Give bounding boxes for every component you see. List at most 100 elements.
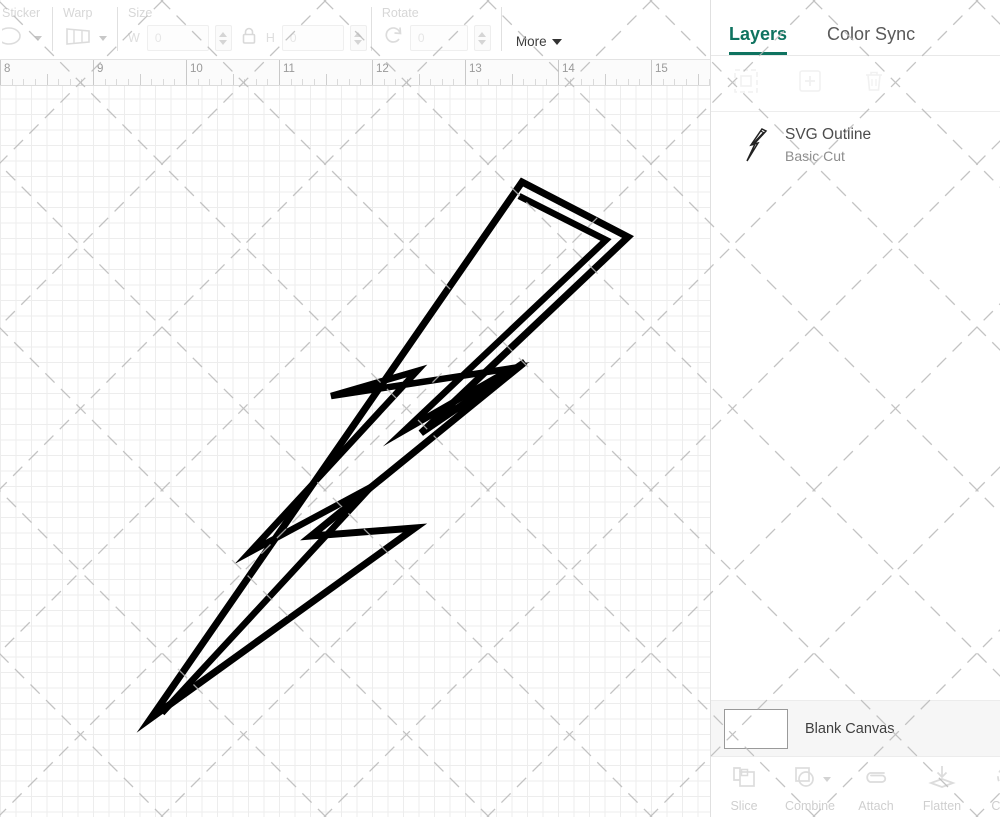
aspect-lock-toggle[interactable] bbox=[236, 26, 262, 51]
ruler-minor-tick bbox=[627, 79, 629, 85]
ruler-minor-tick bbox=[197, 79, 199, 85]
height-input[interactable]: 0 bbox=[281, 25, 344, 51]
lightning-bolt-icon bbox=[746, 128, 768, 162]
ruler-minor-tick bbox=[569, 79, 571, 85]
ruler-tick-label: 14 bbox=[562, 63, 575, 75]
ruler-minor-tick bbox=[337, 79, 339, 85]
flatten-icon bbox=[927, 763, 957, 796]
ruler-minor-tick bbox=[476, 79, 478, 85]
attach-button[interactable]: Attach bbox=[843, 763, 909, 813]
duplicate-icon[interactable] bbox=[797, 68, 823, 99]
contour-icon bbox=[993, 763, 1000, 796]
edit-toolbar: Sticker Warp Size W 0 H 0 Rotate 0 More bbox=[0, 0, 710, 60]
ruler-minor-tick bbox=[46, 74, 48, 85]
delete-icon[interactable] bbox=[861, 68, 887, 99]
canvas-row-label: Blank Canvas bbox=[805, 720, 895, 737]
ruler-minor-tick bbox=[313, 79, 315, 85]
horizontal-ruler[interactable]: 8 9 10 11 12 13 14 15 bbox=[0, 60, 710, 86]
layer-list[interactable]: SVG Outline Basic Cut bbox=[711, 112, 1000, 700]
more-label: More bbox=[515, 34, 547, 49]
height-stepper-down-icon[interactable] bbox=[354, 39, 363, 45]
ruler-minor-tick bbox=[116, 79, 118, 85]
ruler-minor-tick bbox=[220, 79, 222, 85]
rotate-stepper-up-icon[interactable] bbox=[478, 31, 487, 37]
ruler-minor-tick bbox=[232, 74, 234, 85]
slice-button[interactable]: Slice bbox=[711, 763, 777, 813]
bolt-contour-path bbox=[159, 193, 612, 716]
combine-chevron-down-icon[interactable] bbox=[822, 777, 831, 782]
width-label: W bbox=[128, 31, 140, 45]
combine-button[interactable]: Combine bbox=[777, 763, 843, 813]
blank-canvas-row[interactable]: Blank Canvas bbox=[711, 700, 1000, 756]
contour-button[interactable]: Conto bbox=[975, 763, 1000, 813]
rotate-stepper-down-icon[interactable] bbox=[478, 39, 487, 45]
bolt-inner-path bbox=[151, 268, 628, 804]
ruler-tick-label: 11 bbox=[283, 63, 295, 75]
slice-icon bbox=[729, 763, 759, 796]
ruler-minor-tick bbox=[406, 79, 408, 85]
contour-label: Conto bbox=[991, 799, 1000, 813]
height-stepper[interactable] bbox=[349, 25, 367, 51]
rotate-input[interactable]: 0 bbox=[409, 25, 468, 51]
attach-label: Attach bbox=[858, 799, 894, 813]
ruler-minor-tick bbox=[325, 74, 327, 85]
warp-label: Warp bbox=[63, 6, 93, 20]
tab-color-sync[interactable]: Color Sync bbox=[827, 24, 915, 55]
ruler-minor-tick bbox=[662, 79, 664, 85]
ruler-minor-tick bbox=[511, 74, 513, 85]
ruler-minor-tick bbox=[151, 79, 153, 85]
ruler-minor-tick bbox=[430, 79, 432, 85]
rotate-icon bbox=[382, 24, 406, 53]
ruler-minor-tick bbox=[639, 79, 641, 85]
rotate-label: Rotate bbox=[381, 6, 419, 20]
ruler-minor-tick bbox=[162, 79, 164, 85]
canvas-color-swatch[interactable] bbox=[724, 708, 788, 749]
height-stepper-up-icon[interactable] bbox=[354, 31, 363, 37]
toolbar-group-sticker[interactable]: Sticker bbox=[0, 0, 52, 59]
ruler-minor-tick bbox=[441, 79, 443, 85]
ruler-tick-label: 10 bbox=[190, 63, 203, 75]
group-icon[interactable] bbox=[733, 68, 759, 99]
ruler-minor-tick bbox=[383, 79, 385, 85]
width-stepper-down-icon[interactable] bbox=[219, 39, 228, 45]
width-stepper-up-icon[interactable] bbox=[219, 31, 228, 37]
warp-chevron-down-icon[interactable] bbox=[99, 35, 107, 41]
lock-icon bbox=[241, 26, 257, 51]
ruler-minor-tick bbox=[81, 79, 83, 85]
sticker-chevron-down-icon[interactable] bbox=[34, 35, 42, 41]
ruler-minor-tick bbox=[348, 79, 350, 85]
warp-icon bbox=[63, 24, 93, 53]
ruler-minor-tick bbox=[302, 79, 304, 85]
ruler-minor-tick bbox=[34, 79, 36, 85]
toolbar-group-size: Size W 0 H 0 bbox=[118, 0, 371, 59]
rotate-stepper[interactable] bbox=[473, 25, 491, 51]
tab-layers[interactable]: Layers bbox=[729, 24, 788, 55]
ruler-minor-tick bbox=[104, 79, 106, 85]
lightning-bolt-shape[interactable] bbox=[0, 86, 710, 817]
ruler-minor-tick bbox=[267, 79, 269, 85]
more-button[interactable]: More bbox=[516, 34, 562, 49]
ruler-minor-tick bbox=[174, 79, 176, 85]
ruler-minor-tick bbox=[418, 74, 420, 85]
layer-thumbnail bbox=[741, 126, 771, 164]
ruler-minor-tick bbox=[674, 79, 676, 85]
flatten-button[interactable]: Flatten bbox=[909, 763, 975, 813]
ruler-minor-tick bbox=[604, 74, 606, 85]
cricut-design-space-window: Sticker Warp Size W 0 H 0 Rotate 0 More … bbox=[0, 0, 1000, 817]
flatten-label: Flatten bbox=[922, 799, 962, 813]
ruler-minor-tick bbox=[581, 79, 583, 85]
toolbar-group-more[interactable]: More bbox=[502, 0, 572, 59]
ruler-minor-tick bbox=[139, 74, 141, 85]
toolbar-group-rotate: Rotate 0 bbox=[372, 0, 501, 59]
width-input[interactable]: 0 bbox=[146, 25, 209, 51]
list-item[interactable]: SVG Outline Basic Cut bbox=[711, 112, 1000, 178]
ruler-minor-tick bbox=[290, 79, 292, 85]
design-canvas[interactable] bbox=[0, 86, 710, 817]
ruler-minor-tick bbox=[592, 79, 594, 85]
ruler-minor-tick bbox=[697, 74, 699, 85]
height-label: H bbox=[265, 31, 275, 45]
ruler-minor-tick bbox=[360, 79, 362, 85]
ruler-tick-label: 13 bbox=[469, 63, 482, 75]
toolbar-group-warp[interactable]: Warp bbox=[53, 0, 117, 59]
width-stepper[interactable] bbox=[214, 25, 232, 51]
